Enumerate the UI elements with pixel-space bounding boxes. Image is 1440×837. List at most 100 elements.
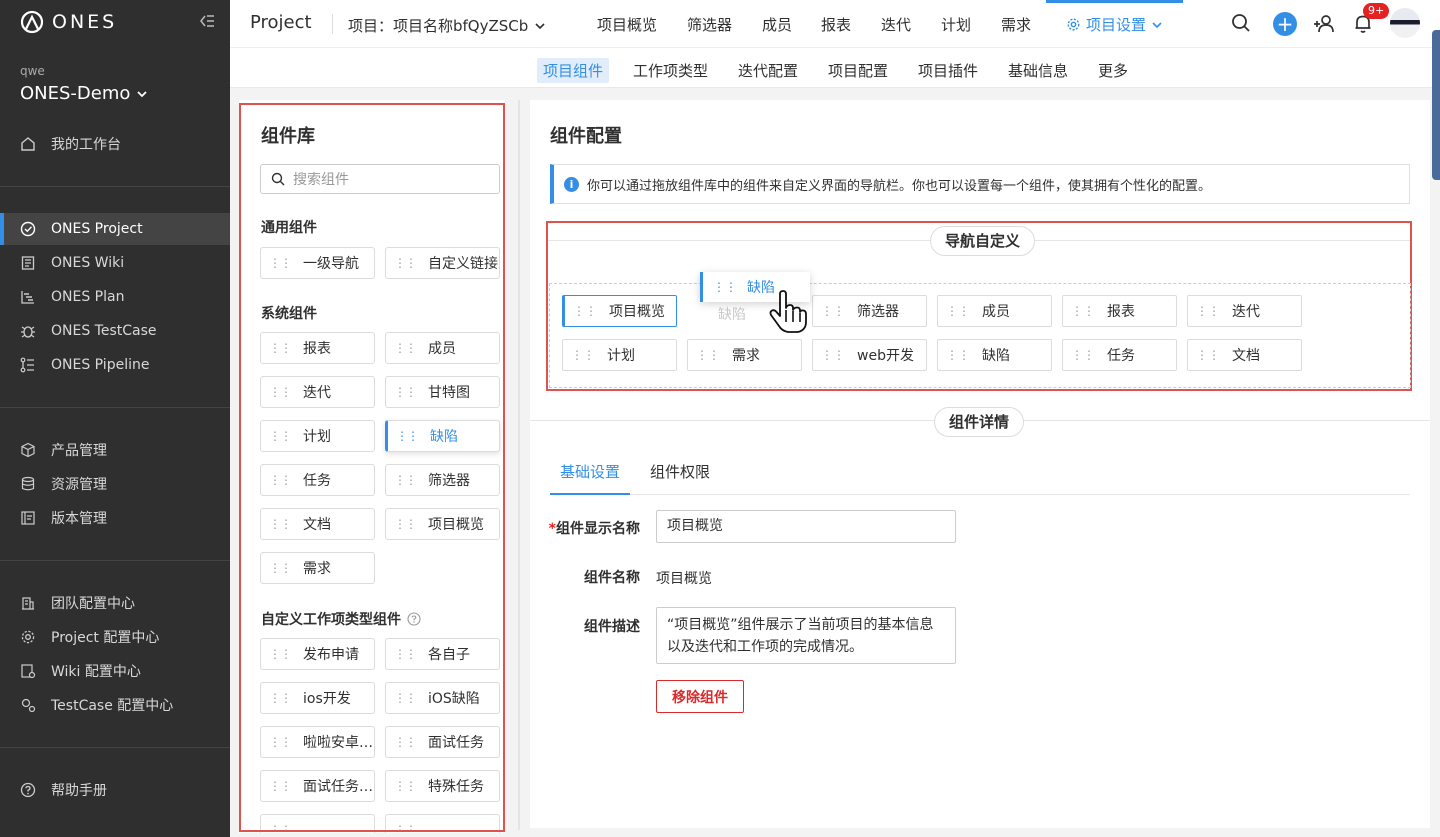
topnav-plan[interactable]: 计划 <box>941 14 971 35</box>
sidebar-item-project-config[interactable]: Project 配置中心 <box>0 621 230 653</box>
sidebar-item-ones-project[interactable]: ONES Project <box>0 213 230 245</box>
subnav-sprint-config[interactable]: 迭代配置 <box>732 58 804 83</box>
library-chip[interactable]: ⋮⋮ 各自子 <box>385 638 500 670</box>
nav-chip[interactable]: ⋮⋮ 需求 <box>687 339 802 371</box>
avatar[interactable] <box>1390 8 1420 38</box>
library-chip[interactable]: ⋮⋮ 筛选器 <box>385 464 500 496</box>
topnav-members[interactable]: 成员 <box>762 14 792 35</box>
library-chip[interactable]: ⋮⋮ 甘特图 <box>385 376 500 408</box>
library-chip[interactable]: ⋮⋮ 项目概览 <box>385 508 500 540</box>
tab-basic-settings[interactable]: 基础设置 <box>550 461 631 495</box>
remove-component-button[interactable]: 移除组件 <box>656 680 744 713</box>
search-icon[interactable] <box>1230 12 1252 34</box>
sidebar-item-ones-wiki[interactable]: ONES Wiki <box>0 247 230 279</box>
topnav-requirements[interactable]: 需求 <box>1001 14 1031 35</box>
sidebar-item-product-management[interactable]: 产品管理 <box>0 434 230 466</box>
sidebar-item-workbench[interactable]: 我的工作台 <box>0 128 230 160</box>
library-chip[interactable]: ⋮⋮ 任务 <box>260 464 375 496</box>
info-text: 你可以通过拖放组件库中的组件来自定义界面的导航栏。你也可以设置每一个组件，使其拥… <box>587 178 1212 194</box>
component-desc-label: 组件描述 <box>584 619 640 635</box>
library-chip[interactable]: ⋮⋮ 面试任务… <box>260 770 375 802</box>
subnav-issue-types[interactable]: 工作项类型 <box>627 58 714 83</box>
library-chip[interactable]: ⋮⋮ 啦啦安卓… <box>260 726 375 758</box>
nav-chip-selected[interactable]: ⋮⋮ 项目概览 <box>562 295 677 327</box>
nav-chip[interactable]: ⋮⋮ 计划 <box>562 339 677 371</box>
sidebar-divider <box>0 560 230 561</box>
sidebar-item-label: Project 配置中心 <box>51 630 160 646</box>
drag-handle-icon: ⋮⋮ <box>269 735 292 749</box>
nav-chip[interactable]: ⋮⋮ 缺陷 <box>937 339 1052 371</box>
library-chip[interactable]: ⋮⋮ 特殊任务 <box>385 770 500 802</box>
subnav-project-config[interactable]: 项目配置 <box>822 58 894 83</box>
library-chip[interactable]: ⋮⋮ 成员 <box>385 332 500 364</box>
nav-chip-label: 计划 <box>607 348 635 364</box>
topnav-project-overview[interactable]: 项目概览 <box>597 14 657 35</box>
nav-chip[interactable]: ⋮⋮ 迭代 <box>1187 295 1302 327</box>
nav-chip-label: 报表 <box>1107 304 1135 320</box>
chip-label: 筛选器 <box>428 473 470 489</box>
subnav-project-plugins[interactable]: 项目插件 <box>912 58 984 83</box>
nav-chip-placeholder: 缺陷 <box>718 307 746 323</box>
app-logo[interactable]: ONES <box>20 10 117 34</box>
library-chip[interactable]: ⋮⋮ 文档 <box>260 508 375 540</box>
drag-handle-icon: ⋮⋮ <box>821 304 845 318</box>
nav-chip[interactable]: ⋮⋮ 任务 <box>1062 339 1177 371</box>
chip-label: 迭代 <box>303 385 331 401</box>
subnav-more[interactable]: 更多 <box>1092 58 1134 83</box>
nav-chip[interactable]: ⋮⋮ web开发 <box>812 339 927 371</box>
subnav-basic-info[interactable]: 基础信息 <box>1002 58 1074 83</box>
library-chip-partial[interactable]: ⋮⋮ <box>385 814 500 833</box>
nav-chip[interactable]: ⋮⋮ 文档 <box>1187 339 1302 371</box>
sidebar-item-ones-pipeline[interactable]: ONES Pipeline <box>0 349 230 381</box>
org-label: qwe <box>20 64 45 78</box>
component-desc-textarea[interactable]: “项目概览”组件展示了当前项目的基本信息以及迭代和工作项的完成情况。 <box>656 607 956 664</box>
nav-chip[interactable]: ⋮⋮ 报表 <box>1062 295 1177 327</box>
sidebar-item-ones-testcase[interactable]: ONES TestCase <box>0 315 230 347</box>
library-chip[interactable]: ⋮⋮ 计划 <box>260 420 375 452</box>
nav-chip-label: 缺陷 <box>982 348 1010 364</box>
topnav-project-settings[interactable]: 项目设置 <box>1066 14 1163 35</box>
library-chip[interactable]: ⋮⋮ 迭代 <box>260 376 375 408</box>
sidebar-item-label: ONES Pipeline <box>51 357 150 373</box>
org-switcher[interactable]: ONES-Demo <box>20 83 148 104</box>
sidebar-item-team-config[interactable]: 团队配置中心 <box>0 587 230 619</box>
sidebar-item-ones-plan[interactable]: ONES Plan <box>0 281 230 313</box>
nav-chip[interactable]: ⋮⋮ 筛选器 <box>812 295 927 327</box>
library-chip-selected[interactable]: ⋮⋮ 缺陷 <box>385 420 500 452</box>
sidebar-item-resource-management[interactable]: 资源管理 <box>0 468 230 500</box>
pipeline-icon <box>20 357 34 373</box>
library-chip[interactable]: ⋮⋮ 需求 <box>260 552 375 584</box>
library-chip[interactable]: ⋮⋮ iOS缺陷 <box>385 682 500 714</box>
subnav-project-components[interactable]: 项目组件 <box>537 58 610 83</box>
tab-permissions[interactable]: 组件权限 <box>640 461 720 495</box>
sidebar-item-version-management[interactable]: 版本管理 <box>0 502 230 534</box>
topnav-filter[interactable]: 筛选器 <box>687 14 732 35</box>
sidebar-item-label: 我的工作台 <box>51 137 121 153</box>
panel-scrollbar[interactable] <box>518 100 520 830</box>
project-selector[interactable]: 项目：项目名称bfQyZSCb <box>348 15 546 36</box>
library-chip-partial[interactable]: ⋮⋮ <box>260 814 375 833</box>
collapse-sidebar-icon[interactable] <box>198 12 216 30</box>
drag-handle-icon: ⋮⋮ <box>946 304 970 318</box>
create-button[interactable]: + <box>1273 12 1297 36</box>
nav-chip[interactable]: ⋮⋮ 成员 <box>937 295 1052 327</box>
chip-label: 各自子 <box>428 647 470 663</box>
library-chip[interactable]: ⋮⋮ 一级导航 <box>260 247 375 279</box>
help-icon[interactable] <box>407 612 421 626</box>
sidebar-item-wiki-config[interactable]: Wiki 配置中心 <box>0 655 230 687</box>
topnav-sprints[interactable]: 迭代 <box>881 14 911 35</box>
library-chip[interactable]: ⋮⋮ 报表 <box>260 332 375 364</box>
library-chip[interactable]: ⋮⋮ 自定义链接 <box>385 247 500 279</box>
library-chip[interactable]: ⋮⋮ ios开发 <box>260 682 375 714</box>
nav-chip-label: 筛选器 <box>857 304 899 320</box>
display-name-input[interactable]: 项目概览 <box>656 510 956 543</box>
side-scroll-handle[interactable] <box>1432 30 1440 180</box>
sidebar-item-testcase-config[interactable]: TestCase 配置中心 <box>0 689 230 721</box>
library-chip[interactable]: ⋮⋮ 面试任务 <box>385 726 500 758</box>
topnav-reports[interactable]: 报表 <box>821 14 851 35</box>
chip-label: 需求 <box>303 561 331 577</box>
add-member-icon[interactable] <box>1312 12 1336 36</box>
search-input[interactable]: 搜索组件 <box>260 164 500 194</box>
sidebar-item-help[interactable]: 帮助手册 <box>0 774 230 806</box>
library-chip[interactable]: ⋮⋮ 发布申请 <box>260 638 375 670</box>
